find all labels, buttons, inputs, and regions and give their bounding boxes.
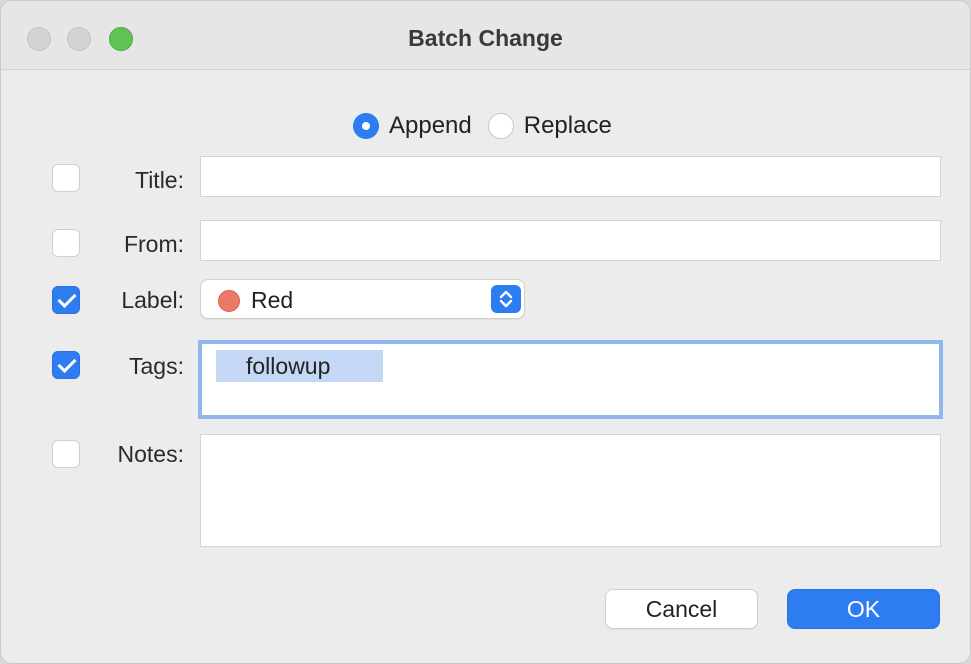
notes-textarea[interactable]	[200, 434, 941, 547]
notes-label: Notes:	[117, 441, 184, 467]
from-field[interactable]	[200, 220, 941, 261]
replace-radio[interactable]	[487, 113, 514, 139]
mode-radio-group: Append Replace	[353, 109, 628, 143]
label-popup-button[interactable]: Red	[200, 279, 525, 319]
title-label: Title:	[135, 167, 184, 193]
append-radio[interactable]	[353, 113, 379, 139]
ok-button[interactable]: OK	[787, 589, 940, 629]
from-label: From:	[123, 231, 184, 257]
replace-radio-label[interactable]: Replace	[524, 112, 612, 140]
tag-token[interactable]: followup	[216, 350, 383, 382]
tags-label: Tags:	[129, 353, 184, 379]
chevron-up-down-icon	[491, 285, 521, 313]
label-popup-value: Red	[251, 287, 294, 313]
title-field[interactable]	[200, 156, 941, 197]
append-radio-label[interactable]: Append	[389, 112, 472, 140]
red-label-dot-icon	[218, 290, 240, 312]
label-label: Label:	[121, 287, 184, 313]
title-bar: Batch Change	[1, 1, 970, 70]
cancel-button[interactable]: Cancel	[605, 589, 758, 629]
batch-change-dialog: Batch Change Append Replace Title: From:…	[0, 0, 971, 664]
window-title: Batch Change	[408, 25, 563, 51]
tags-token-field[interactable]: followup	[198, 340, 943, 419]
